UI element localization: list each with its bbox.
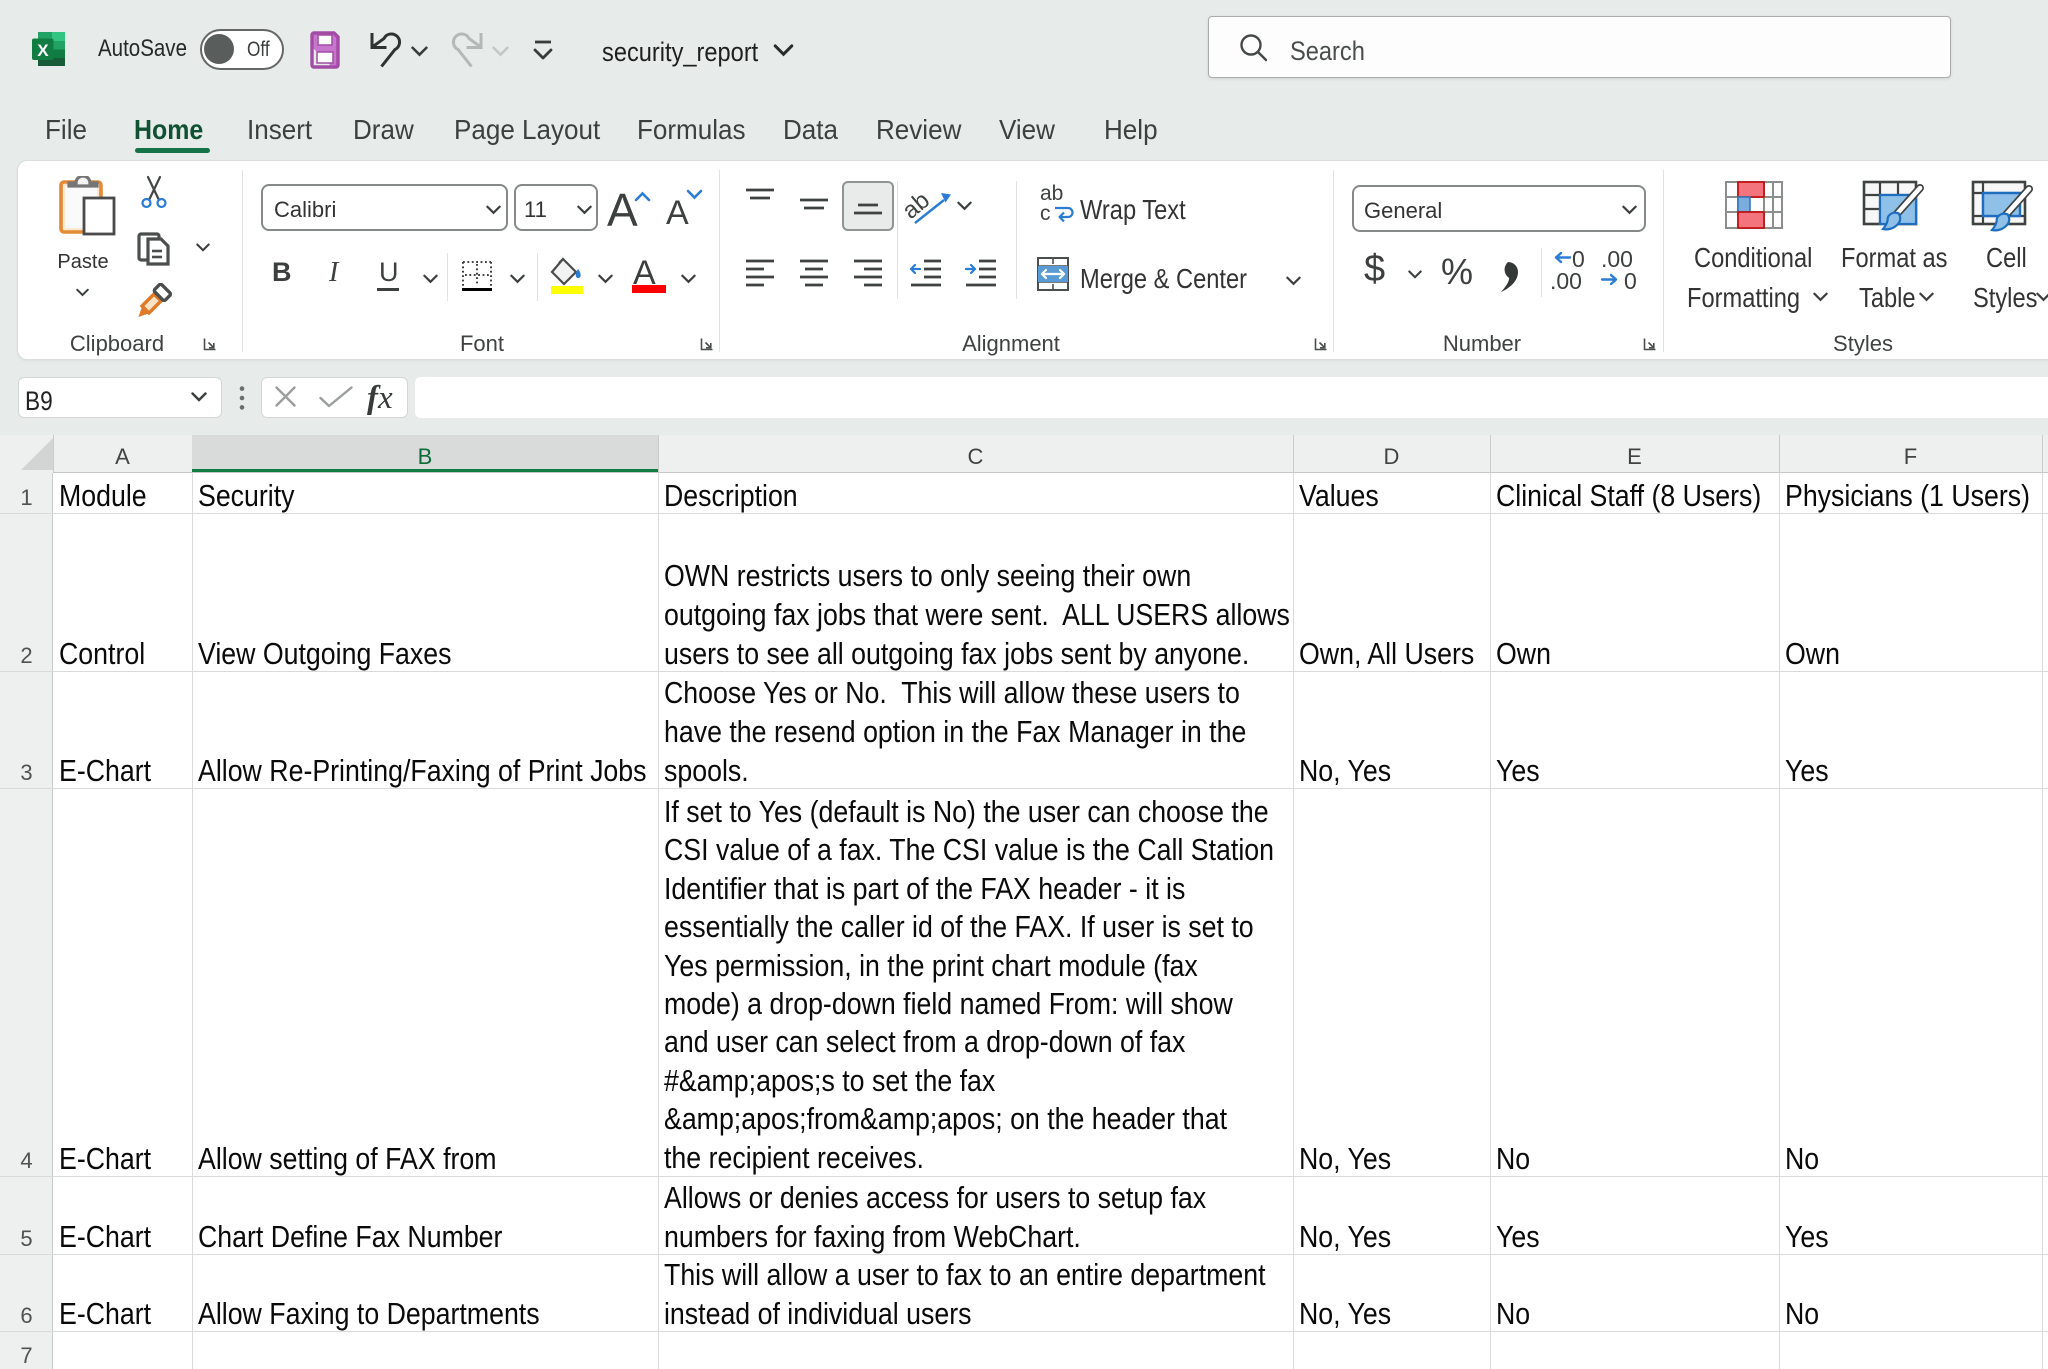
svg-text:0: 0: [1624, 268, 1637, 292]
svg-text:.00: .00: [1550, 268, 1582, 292]
svg-text:X: X: [37, 41, 49, 60]
